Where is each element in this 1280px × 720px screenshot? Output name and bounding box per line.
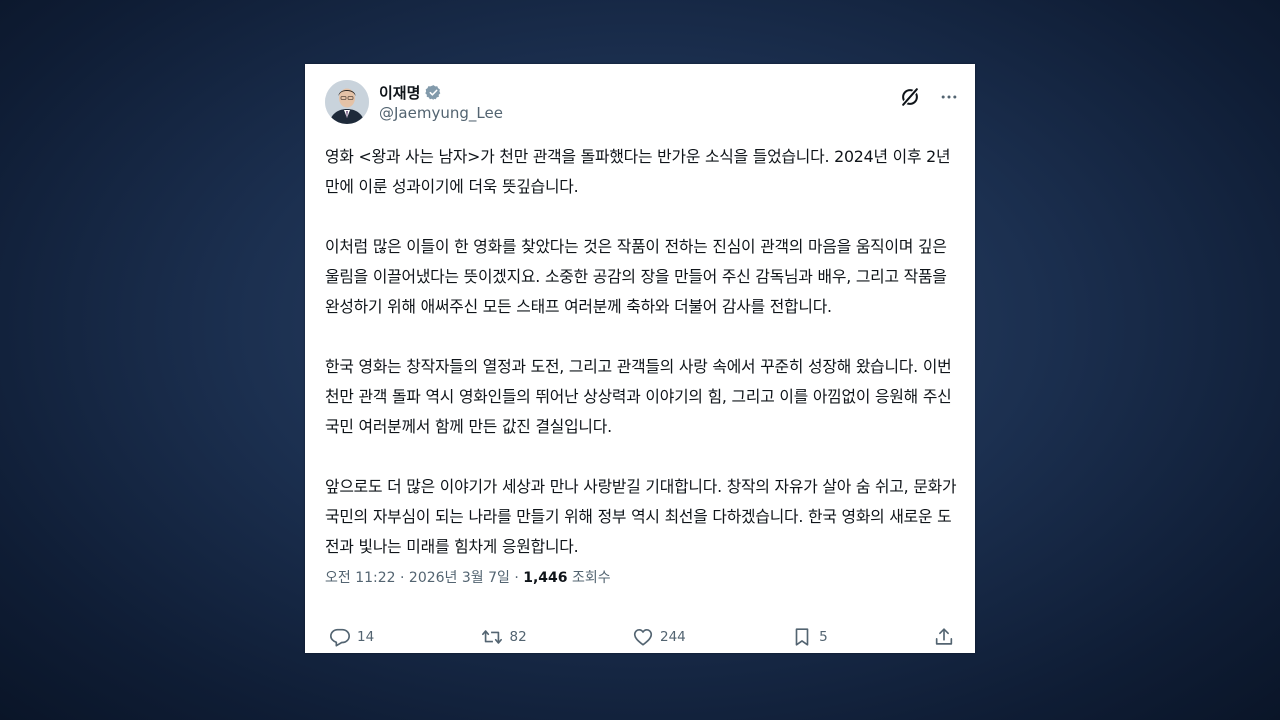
verified-badge-icon [425, 84, 442, 101]
tweet-paragraph-1: 영화 <왕과 사는 남자>가 천만 관객을 돌파했다는 반가운 소식을 들었습니… [325, 147, 951, 196]
tweet-meta: 오전 11:22 · 2026년 3월 7일 · 1,446 조회수 [325, 567, 611, 587]
avatar-portrait [325, 80, 369, 124]
grok-icon[interactable] [899, 86, 921, 108]
like-count: 244 [660, 629, 686, 645]
name-row: 이재명 [379, 82, 442, 103]
timestamp[interactable]: 오전 11:22 · 2026년 3월 7일 · [325, 570, 523, 586]
reply-button[interactable]: 14 [329, 626, 374, 648]
repost-button[interactable]: 82 [480, 626, 527, 648]
share-button[interactable] [933, 626, 955, 648]
share-icon [933, 626, 955, 648]
handle[interactable]: @Jaemyung_Lee [379, 104, 503, 122]
repost-icon [480, 626, 504, 648]
reply-count: 14 [357, 629, 375, 645]
tweet-paragraph-4: 앞으로도 더 많은 이야기가 세상과 만나 사랑받길 기대합니다. 창작의 자유… [325, 477, 957, 556]
reply-icon [329, 626, 351, 648]
avatar[interactable] [325, 80, 369, 124]
more-icon[interactable] [939, 87, 959, 107]
repost-count: 82 [509, 629, 527, 645]
tweet-card: 이재명 @Jaemyung_Lee 영화 <왕과 사는 남자>가 천만 관객을 … [305, 64, 975, 653]
tweet-paragraph-2: 이처럼 많은 이들이 한 영화를 찾았다는 것은 작품이 전하는 진심이 관객의… [325, 237, 947, 316]
like-icon [632, 626, 654, 648]
views-count: 1,446 [523, 570, 568, 586]
header-actions [899, 86, 959, 108]
like-button[interactable]: 244 [632, 626, 686, 648]
tweet-text: 영화 <왕과 사는 남자>가 천만 관객을 돌파했다는 반가운 소식을 들었습니… [325, 142, 957, 562]
views-label: 조회수 [567, 570, 611, 586]
action-bar: 14 82 244 5 [329, 624, 955, 650]
bookmark-button[interactable]: 5 [791, 626, 828, 648]
display-name[interactable]: 이재명 [379, 82, 420, 103]
tweet-header: 이재명 @Jaemyung_Lee [325, 80, 959, 128]
bookmark-icon [791, 626, 813, 648]
tweet-paragraph-3: 한국 영화는 창작자들의 열정과 도전, 그리고 관객들의 사랑 속에서 꾸준히… [325, 357, 952, 436]
bookmark-count: 5 [819, 629, 828, 645]
